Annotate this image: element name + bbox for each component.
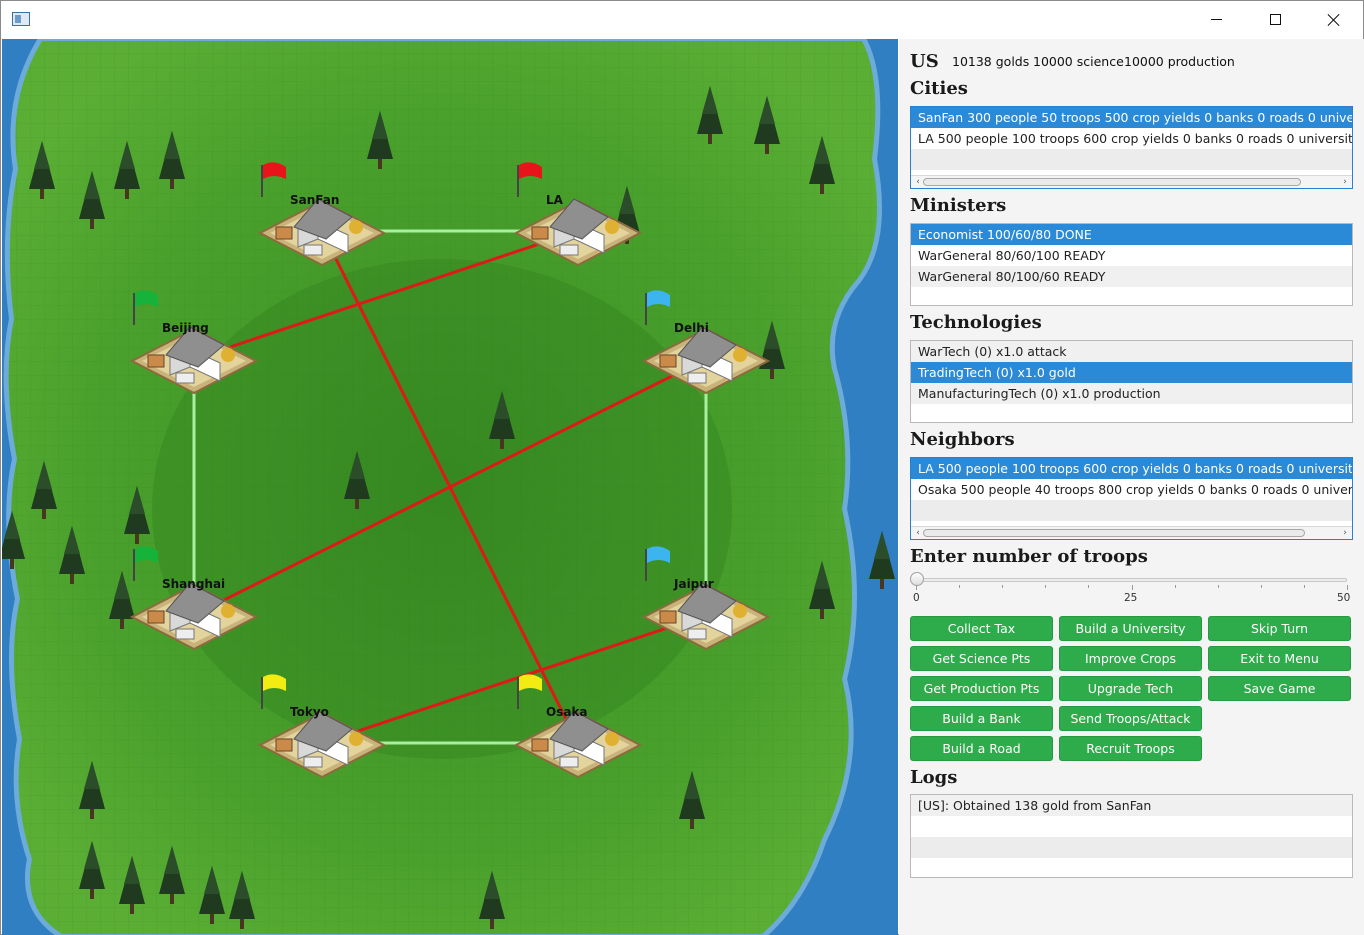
collect-tax-button[interactable]: Collect Tax xyxy=(910,616,1053,641)
city-name-label: Beijing xyxy=(162,321,209,335)
city-name-label: Jaipur xyxy=(673,577,714,591)
maximize-icon xyxy=(1269,14,1281,25)
technologies-heading: Technologies xyxy=(910,312,1042,333)
upgrade-tech-button[interactable]: Upgrade Tech xyxy=(1059,676,1202,701)
slider-tick xyxy=(959,585,961,588)
map-canvas: SanFan LA Beijing Delhi Shanghai Jaipur Tokyo O… xyxy=(2,39,898,935)
city-name-label: Tokyo xyxy=(290,705,329,719)
ministers-heading: Ministers xyxy=(910,195,1007,216)
technologies-list[interactable]: WarTech (0) x1.0 attack TradingTech (0) … xyxy=(910,340,1353,423)
list-item[interactable]: Economist 100/60/80 DONE xyxy=(911,224,1352,245)
logs-list[interactable]: [US]: Obtained 138 gold from SanFan xyxy=(910,794,1353,878)
game-map[interactable]: SanFan LA Beijing Delhi Shanghai Jaipur Tokyo O… xyxy=(2,39,898,935)
send-troops-attack-button[interactable]: Send Troops/Attack xyxy=(1059,706,1202,731)
ministers-list[interactable]: Economist 100/60/80 DONE WarGeneral 80/6… xyxy=(910,223,1353,306)
scroll-right-icon[interactable]: › xyxy=(1339,176,1351,188)
production-stat: 10000 production xyxy=(1124,54,1235,69)
city-name-label: Delhi xyxy=(674,321,709,335)
list-item[interactable]: SanFan 300 people 50 troops 500 crop yie… xyxy=(911,107,1352,128)
neighbors-heading: Neighbors xyxy=(910,429,1015,450)
list-item xyxy=(911,500,1352,521)
skip-turn-button[interactable]: Skip Turn xyxy=(1208,616,1351,641)
gold-stat: 10138 golds xyxy=(952,54,1030,69)
minimize-icon xyxy=(1210,19,1222,20)
close-icon xyxy=(1327,13,1341,27)
log-entry: [US]: Obtained 138 gold from SanFan xyxy=(911,795,1352,816)
list-item[interactable]: TradingTech (0) x1.0 gold xyxy=(911,362,1352,383)
slider-tick xyxy=(1045,585,1047,588)
cities-list[interactable]: SanFan 300 people 50 troops 500 crop yie… xyxy=(910,106,1353,189)
save-game-button[interactable]: Save Game xyxy=(1208,676,1351,701)
neighbors-list[interactable]: LA 500 people 100 troops 600 crop yields… xyxy=(910,457,1353,540)
scroll-right-icon[interactable]: › xyxy=(1339,527,1351,539)
slider-tick xyxy=(1260,585,1262,588)
player-name: US xyxy=(910,51,939,72)
logs-heading: Logs xyxy=(910,767,958,788)
get-production-button[interactable]: Get Production Pts xyxy=(910,676,1053,701)
list-item xyxy=(911,837,1352,858)
slider-tick xyxy=(1347,585,1348,590)
tick-label-min: 0 xyxy=(913,592,920,604)
recruit-troops-button[interactable]: Recruit Troops xyxy=(1059,736,1202,761)
slider-tick xyxy=(1088,585,1090,588)
improve-crops-button[interactable]: Improve Crops xyxy=(1059,646,1202,671)
cities-horizontal-scrollbar[interactable]: ‹ › xyxy=(911,175,1352,188)
tick-label-mid: 25 xyxy=(1124,592,1138,604)
city-name-label: LA xyxy=(546,193,564,207)
minimize-button[interactable] xyxy=(1187,1,1245,38)
slider-tick xyxy=(1303,585,1305,588)
list-item xyxy=(911,149,1352,170)
list-item[interactable]: LA 500 people 100 troops 600 crop yields… xyxy=(911,128,1352,149)
list-item[interactable]: LA 500 people 100 troops 600 crop yields… xyxy=(911,458,1352,479)
troops-slider-track[interactable] xyxy=(916,578,1347,582)
scrollbar-thumb[interactable] xyxy=(923,178,1301,186)
troops-slider-thumb[interactable] xyxy=(910,572,924,586)
exit-to-menu-button[interactable]: Exit to Menu xyxy=(1208,646,1351,671)
scrollbar-thumb[interactable] xyxy=(923,529,1305,537)
list-item[interactable]: Osaka 500 people 40 troops 800 crop yiel… xyxy=(911,479,1352,500)
tick-label-max: 50 xyxy=(1337,592,1351,604)
slider-tick xyxy=(1002,585,1004,588)
build-road-button[interactable]: Build a Road xyxy=(910,736,1053,761)
slider-tick xyxy=(1217,585,1219,588)
list-item[interactable]: WarGeneral 80/100/60 READY xyxy=(911,266,1352,287)
maximize-button[interactable] xyxy=(1246,1,1304,38)
app-icon[interactable] xyxy=(12,12,30,26)
city-name-label: Osaka xyxy=(546,705,588,719)
slider-tick xyxy=(916,585,917,590)
list-item xyxy=(911,816,1352,837)
side-panel: US 10138 golds 10000 science 10000 produ… xyxy=(899,39,1364,935)
cities-heading: Cities xyxy=(910,78,968,99)
city-name-label: SanFan xyxy=(290,193,339,207)
list-item[interactable]: ManufacturingTech (0) x1.0 production xyxy=(911,383,1352,404)
list-item[interactable]: WarTech (0) x1.0 attack xyxy=(911,341,1352,362)
list-item[interactable]: WarGeneral 80/60/100 READY xyxy=(911,245,1352,266)
get-science-button[interactable]: Get Science Pts xyxy=(910,646,1053,671)
city-name-label: Shanghai xyxy=(162,577,225,591)
slider-tick xyxy=(1174,585,1176,588)
troops-heading: Enter number of troops xyxy=(910,546,1148,567)
game-window: SanFan LA Beijing Delhi Shanghai Jaipur Tokyo O… xyxy=(0,0,1364,935)
slider-tick xyxy=(1131,585,1133,590)
close-button[interactable] xyxy=(1305,1,1363,38)
science-stat: 10000 science xyxy=(1033,54,1124,69)
title-bar[interactable] xyxy=(1,1,1363,38)
build-university-button[interactable]: Build a University xyxy=(1059,616,1202,641)
neighbors-horizontal-scrollbar[interactable]: ‹ › xyxy=(911,526,1352,539)
list-item xyxy=(911,858,1352,877)
build-bank-button[interactable]: Build a Bank xyxy=(910,706,1053,731)
